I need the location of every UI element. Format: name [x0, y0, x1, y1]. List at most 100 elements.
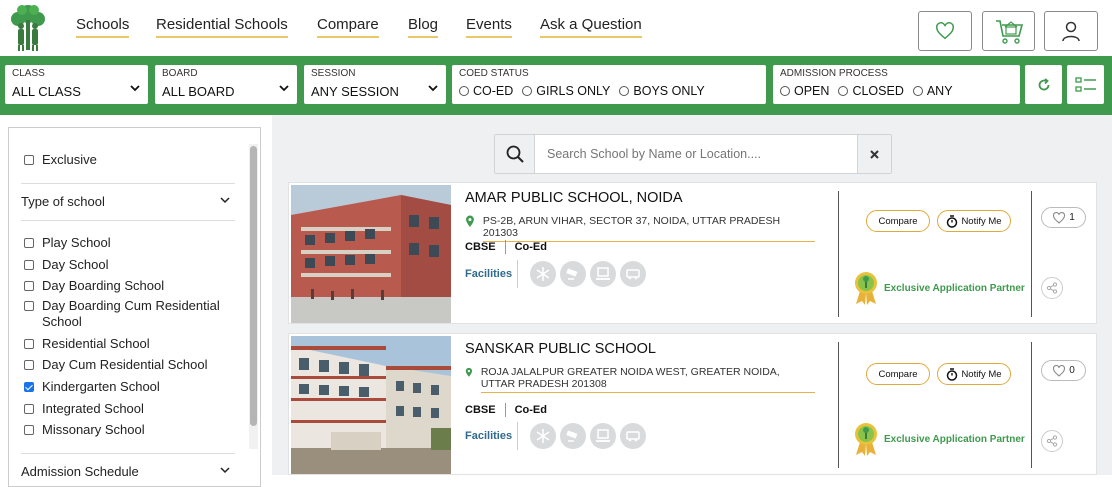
type-day-cum-residential-school[interactable]: Day Cum Residential School: [24, 357, 236, 373]
type-residential-school[interactable]: Residential School: [24, 336, 236, 352]
tree-logo-icon[interactable]: [8, 2, 48, 52]
chevron-down-icon: [279, 85, 289, 92]
school-photo[interactable]: [291, 185, 451, 323]
board-value: ALL BOARD: [162, 84, 235, 99]
nav-schools[interactable]: Schools: [76, 16, 130, 38]
address-text: PS-2B, ARUN VIHAR, SECTOR 37, NOIDA, UTT…: [482, 215, 815, 242]
coed-label: COED STATUS: [459, 68, 529, 79]
radio-girls-only[interactable]: GIRLS ONLY: [522, 84, 610, 98]
compare-button[interactable]: Compare: [866, 363, 930, 385]
like-button[interactable]: 1: [1041, 207, 1086, 228]
reset-filters-button[interactable]: [1025, 65, 1062, 104]
exclusive-partner-badge: Exclusive Application Partner: [852, 271, 1025, 305]
notify-me-button[interactable]: Notify Me: [937, 363, 1011, 385]
admission-schedule-heading[interactable]: Admission Schedule: [21, 464, 235, 479]
facilities-row: Facilities: [465, 422, 646, 450]
radio-co-ed[interactable]: CO-ED: [459, 84, 513, 98]
stopwatch-icon: [947, 367, 958, 381]
share-button[interactable]: [1041, 277, 1063, 299]
like-button[interactable]: 0: [1041, 360, 1086, 381]
cctv-camera-icon[interactable]: [560, 423, 586, 449]
type-kindergarten-school[interactable]: Kindergarten School: [24, 379, 236, 395]
cctv-camera-icon[interactable]: [560, 261, 586, 287]
clear-search-button[interactable]: [857, 135, 891, 173]
share-button[interactable]: [1041, 430, 1063, 452]
award-ribbon-icon: [855, 423, 877, 456]
cart-button[interactable]: [982, 11, 1035, 51]
nav-blog[interactable]: Blog: [408, 16, 439, 38]
chevron-down-icon: [220, 197, 230, 204]
checkbox-label: Day Boarding Cum Residential School: [42, 298, 220, 329]
school-cart-icon: [995, 20, 1023, 44]
school-tags: CBSE Co-Ed: [465, 403, 547, 417]
search-button[interactable]: [495, 135, 535, 173]
school-address: ROJA JALALPUR GREATER NOIDA WEST, GREATE…: [465, 366, 815, 393]
radio-label: BOYS ONLY: [633, 84, 705, 98]
checkbox-label: Day Boarding School: [42, 278, 165, 293]
sidebar-scrollbar-thumb[interactable]: [250, 146, 257, 426]
divider: [838, 191, 839, 317]
divider: [1031, 191, 1032, 317]
board-select[interactable]: BOARD ALL BOARD: [155, 65, 297, 104]
list-view-button[interactable]: [1067, 65, 1104, 104]
nav-events[interactable]: Events: [466, 16, 512, 38]
session-label: SESSION: [311, 68, 356, 79]
type-missonary-school[interactable]: Missonary School: [24, 422, 236, 438]
type-play-school[interactable]: Play School: [24, 235, 236, 251]
like-count: 1: [1069, 212, 1075, 223]
radio-open[interactable]: OPEN: [780, 84, 829, 98]
compare-button[interactable]: Compare: [866, 210, 930, 232]
user-icon: [1062, 21, 1080, 42]
type-of-school-heading[interactable]: Type of school: [21, 194, 235, 209]
radio-circle-icon: [838, 86, 849, 96]
computer-lab-icon[interactable]: [590, 423, 616, 449]
like-count: 0: [1069, 365, 1075, 376]
type-day-school[interactable]: Day School: [24, 257, 236, 273]
school-name[interactable]: SANSKAR PUBLIC SCHOOL: [465, 341, 656, 357]
chevron-down-icon: [220, 467, 230, 474]
address-text: ROJA JALALPUR GREATER NOIDA WEST, GREATE…: [480, 366, 815, 393]
share-icon: [1046, 435, 1058, 447]
checkbox-label: Play School: [42, 235, 111, 250]
divider: [21, 453, 235, 454]
computer-lab-icon[interactable]: [590, 261, 616, 287]
exclusive-checkbox[interactable]: Exclusive: [24, 152, 236, 168]
checkbox-label: Exclusive: [42, 152, 97, 167]
nav-ask-a-question[interactable]: Ask a Question: [540, 16, 642, 38]
bus-transport-icon[interactable]: [620, 261, 646, 287]
wishlist-button[interactable]: [918, 11, 972, 51]
school-name[interactable]: AMAR PUBLIC SCHOOL, NOIDA: [465, 190, 683, 206]
type-day-boarding-school[interactable]: Day Boarding School: [24, 278, 236, 294]
radio-boys-only[interactable]: BOYS ONLY: [619, 84, 705, 98]
divider: [21, 220, 235, 221]
type-day-boarding-cum-residential-school[interactable]: Day Boarding Cum Residential School: [24, 298, 236, 330]
account-button[interactable]: [1044, 11, 1098, 51]
type-integrated-school[interactable]: Integrated School: [24, 401, 236, 417]
notify-me-button[interactable]: Notify Me: [937, 210, 1011, 232]
search-icon: [506, 145, 524, 163]
school-photo[interactable]: [291, 336, 451, 474]
radio-circle-icon: [459, 86, 469, 96]
nav-compare[interactable]: Compare: [317, 16, 379, 38]
radio-closed[interactable]: CLOSED: [838, 84, 904, 98]
notify-label: Notify Me: [961, 368, 1002, 380]
session-select[interactable]: SESSION ANY SESSION: [304, 65, 446, 104]
checkbox-icon: [24, 301, 34, 311]
checkbox-label: Day School: [42, 257, 109, 272]
refresh-icon: [1038, 77, 1049, 90]
list-view-icon: [1074, 76, 1096, 92]
school-tags: CBSE Co-Ed: [465, 240, 547, 254]
divider: [838, 342, 839, 468]
radio-any[interactable]: ANY: [912, 84, 953, 98]
search-input[interactable]: [547, 144, 847, 164]
ac-snowflake-icon[interactable]: [530, 261, 556, 287]
bus-transport-icon[interactable]: [620, 423, 646, 449]
class-select[interactable]: CLASS ALL CLASS: [5, 65, 148, 104]
checkbox-icon: [24, 238, 34, 248]
nav-residential-schools[interactable]: Residential Schools: [156, 16, 288, 38]
checkbox-icon: [24, 425, 34, 435]
radio-circle-icon: [619, 86, 630, 96]
school-card: AMAR PUBLIC SCHOOL, NOIDA PS-2B, ARUN VI…: [288, 182, 1097, 324]
ac-snowflake-icon[interactable]: [530, 423, 556, 449]
checkbox-label: Day Cum Residential School: [42, 357, 208, 372]
